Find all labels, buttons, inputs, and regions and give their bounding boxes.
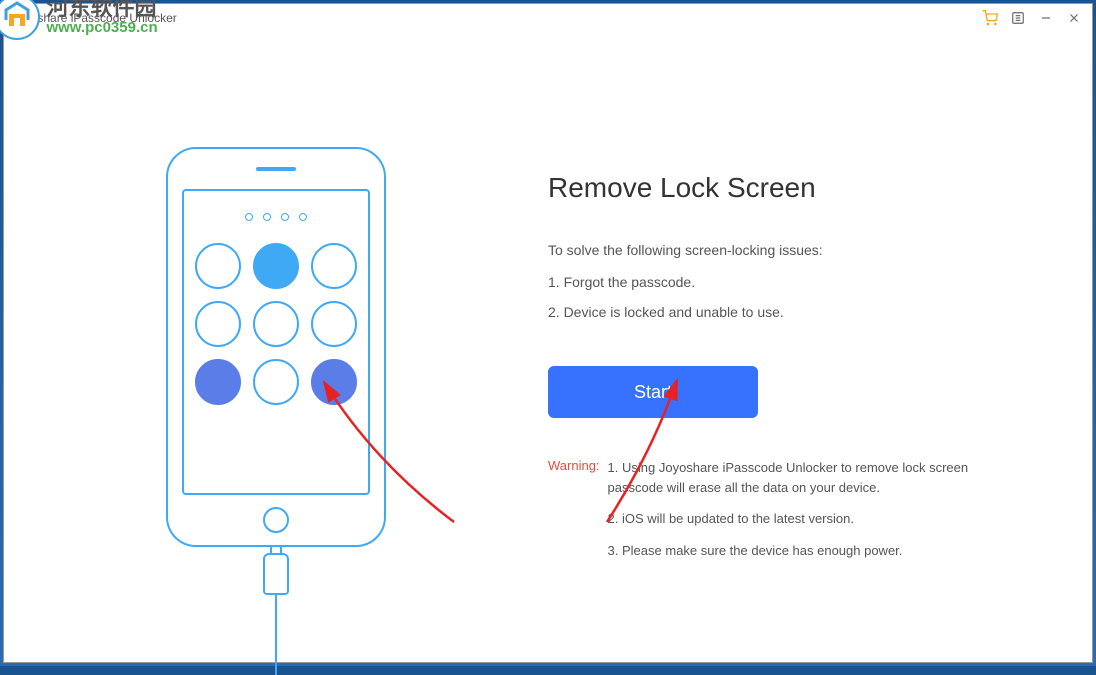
cart-icon[interactable] xyxy=(980,8,1000,28)
app-window: Joyoshare iPasscode Unlocker xyxy=(3,3,1093,663)
warning-item: 2. iOS will be updated to the latest ver… xyxy=(608,509,982,529)
warning-label: Warning: xyxy=(548,458,600,572)
cable-illustration xyxy=(263,547,289,675)
info-panel: Remove Lock Screen To solve the followin… xyxy=(548,32,1092,662)
issue-item: 2. Device is locked and unable to use. xyxy=(548,304,982,320)
subtitle: To solve the following screen-locking is… xyxy=(548,242,982,258)
minimize-icon[interactable] xyxy=(1036,8,1056,28)
illustration-panel xyxy=(4,32,548,662)
watermark: 河东软件园 www.pc0359.cn xyxy=(0,0,158,40)
watermark-url: www.pc0359.cn xyxy=(46,19,157,37)
start-button[interactable]: Start xyxy=(548,366,758,418)
warning-item: 3. Please make sure the device has enoug… xyxy=(608,541,982,561)
titlebar: Joyoshare iPasscode Unlocker xyxy=(4,4,1092,32)
menu-icon[interactable] xyxy=(1008,8,1028,28)
page-heading: Remove Lock Screen xyxy=(548,172,982,204)
warning-block: Warning: 1. Using Joyoshare iPasscode Un… xyxy=(548,458,982,572)
phone-illustration xyxy=(166,147,386,547)
warning-item: 1. Using Joyoshare iPasscode Unlocker to… xyxy=(608,458,982,497)
issue-item: 1. Forgot the passcode. xyxy=(548,274,982,290)
close-icon[interactable] xyxy=(1064,8,1084,28)
content-area: Remove Lock Screen To solve the followin… xyxy=(4,32,1092,662)
watermark-text: 河东软件园 xyxy=(46,0,157,19)
